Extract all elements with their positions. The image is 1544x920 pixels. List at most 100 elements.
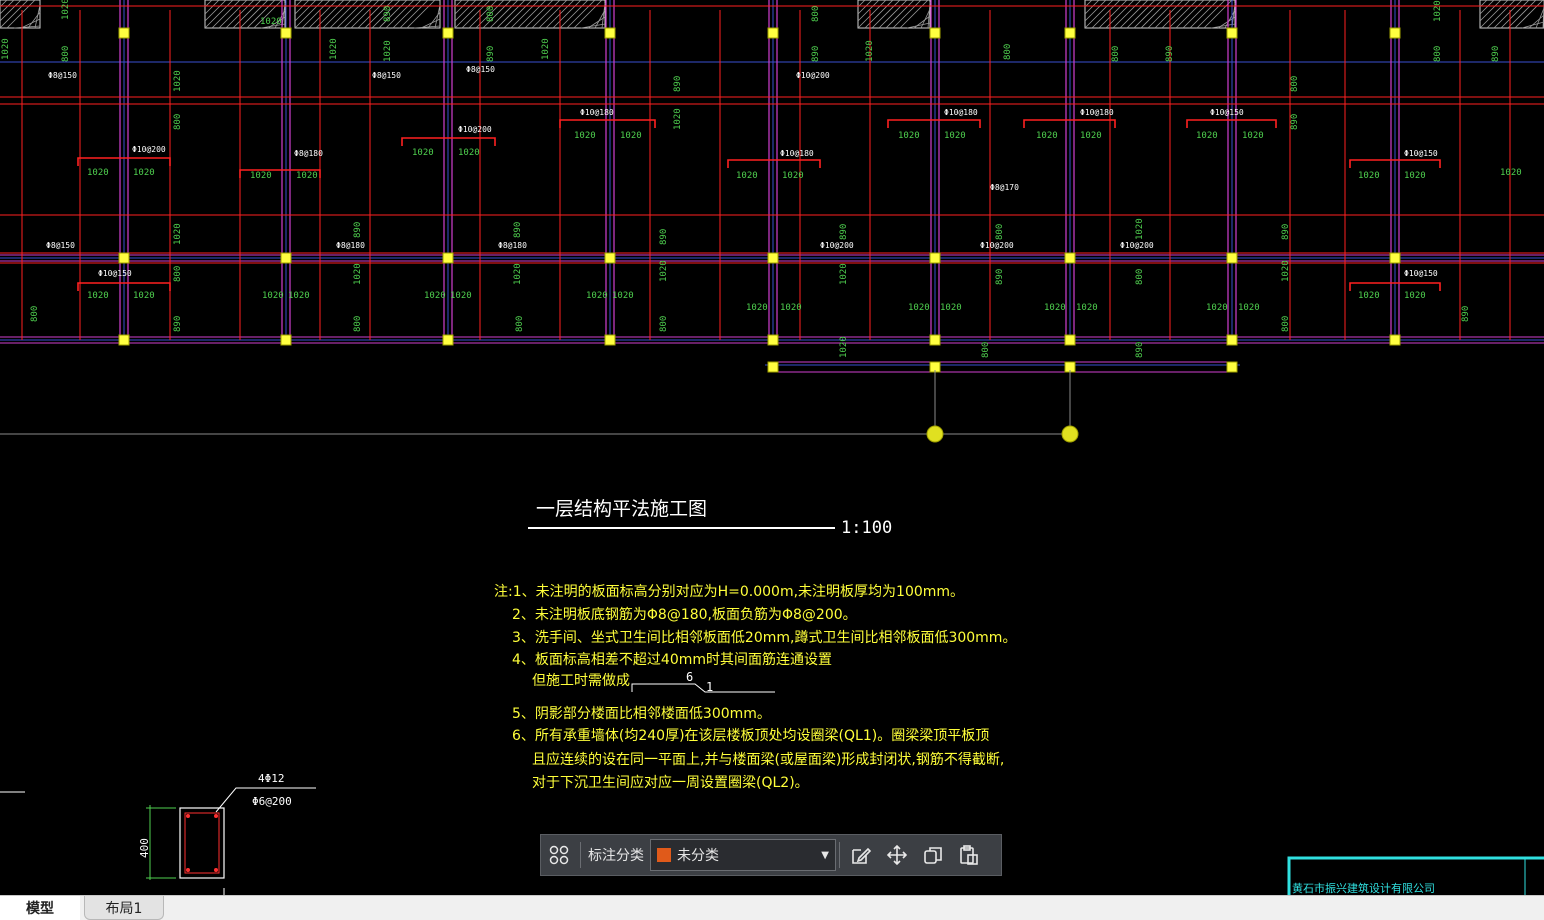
rebar-bracket: [727, 159, 821, 168]
column: [604, 334, 616, 346]
tab-model[interactable]: 模型: [0, 896, 80, 920]
dimension-label: 1020: [513, 263, 523, 285]
drawing-canvas[interactable]: 1020 800 890 1020 800 890 1020 800 890 1020 800 890…: [0, 0, 1544, 895]
dimension-label: 800: [1281, 316, 1291, 332]
rebar-label: Φ10@150: [1404, 269, 1438, 278]
dimension-label: 1020: [133, 291, 155, 301]
dimension-label: 890: [1290, 114, 1300, 130]
column: [280, 252, 292, 264]
column: [280, 334, 292, 346]
hatch-band: [454, 0, 606, 29]
copy-icon[interactable]: [915, 835, 951, 875]
edit-icon[interactable]: [843, 835, 879, 875]
drawing-title: 一层结构平法施工图: [536, 498, 707, 520]
notes-block: 注:1、未注明的板面标高分别对应为H=0.000m,未注明板厚均为100mm。 …: [494, 583, 1016, 791]
dimension-label: 1020: [1242, 131, 1264, 141]
dimension-label: 890: [383, 6, 393, 22]
column: [1389, 27, 1401, 39]
beams: [0, 5, 1544, 340]
columns: [118, 27, 1401, 373]
dimension-label: 1020: [908, 303, 930, 313]
column: [118, 252, 130, 264]
dimension-label: 1020: [1135, 218, 1145, 240]
note-line: 4、板面标高相差不超过40mm时其间面筋连通设置: [512, 651, 832, 668]
column: [1064, 27, 1076, 39]
wall-hatch: [0, 0, 1544, 29]
dimension-label: 1020: [541, 38, 551, 60]
rebar-label: Φ10@200: [132, 145, 166, 154]
rebar-label: Φ8@150: [48, 71, 77, 80]
dimension-label: 890: [659, 229, 669, 245]
rebar-label: Φ10@180: [944, 108, 978, 117]
dimension-label: 800: [173, 114, 183, 130]
dimension-label: 1020: [296, 171, 318, 181]
dimension-label: 1020: [1076, 303, 1098, 313]
rebar-label: Φ10@150: [1210, 108, 1244, 117]
rebar-label: Φ10@200: [1120, 241, 1154, 250]
column: [929, 252, 941, 264]
column: [442, 334, 454, 346]
dimension-label: 1020: [133, 168, 155, 178]
rebar-label: Φ8@150: [46, 241, 75, 250]
dimension-label: 1020: [782, 171, 804, 181]
dimension-label: 1020: [1196, 131, 1218, 141]
dimension-label: 1020: [1358, 171, 1380, 181]
dimension-label: 1020: [659, 260, 669, 282]
dimension-label: 1020: [1500, 168, 1522, 178]
rebar-label: Φ10@200: [796, 71, 830, 80]
rebar-label: Φ10@180: [780, 149, 814, 158]
dimension-label: 1020: [746, 303, 768, 313]
dimension-label: 890: [513, 222, 523, 238]
dimension-label: 800: [1135, 269, 1145, 285]
dimension-label: 1020: [173, 223, 183, 245]
dimension-label: 800: [981, 342, 991, 358]
move-icon[interactable]: [879, 835, 915, 875]
dimension-label: 890: [1461, 306, 1471, 322]
column: [118, 27, 130, 39]
note-line: 2、未注明板底钢筋为Φ8@180,板面负筋为Φ8@200。: [512, 606, 857, 623]
dimension-label: 890: [1281, 224, 1291, 240]
dimension-label: 1020: [1036, 131, 1058, 141]
rebar-label: Φ10@150: [98, 269, 132, 278]
axis-grid: [0, 0, 1544, 366]
column: [442, 27, 454, 39]
dimension-label: 1020: [1404, 291, 1426, 301]
dimension-label: 800: [811, 6, 821, 22]
chevron-down-icon: ▼: [821, 849, 829, 861]
grid-icon[interactable]: [541, 835, 577, 875]
rebar-label: Φ8@170: [990, 183, 1019, 192]
dimension-label: 1020: [353, 263, 363, 285]
category-select[interactable]: 未分类 ▼: [650, 839, 836, 871]
hatch-band: [1084, 0, 1236, 29]
dimension-label: 1020: [865, 40, 875, 62]
dimension-label: 1020: [288, 291, 310, 301]
dimension-label: 1020: [329, 38, 339, 60]
dimension-label: 1020: [1080, 131, 1102, 141]
dimension-label: 890: [1135, 342, 1145, 358]
column: [604, 252, 616, 264]
paste-icon[interactable]: [951, 835, 987, 875]
dimension-label: 800: [173, 266, 183, 282]
rebar-label: Φ8@180: [294, 149, 323, 158]
rebar-bracket: [887, 119, 981, 128]
rebar-label: Φ10@200: [820, 241, 854, 250]
dimension-label: 1020: [458, 148, 480, 158]
column: [929, 27, 941, 39]
dimension-label: 1020: [1281, 260, 1291, 282]
rebar-bracket: [559, 119, 656, 128]
column: [1064, 252, 1076, 264]
dimension-label: 1020: [1044, 303, 1066, 313]
dimension-label: 800: [515, 316, 525, 332]
step-side-label: 1: [706, 680, 713, 694]
rebar-label: Φ10@200: [458, 125, 492, 134]
note-line: 5、阴影部分楼面比相邻楼面低300mm。: [512, 706, 771, 722]
tab-layout-1[interactable]: 布局1: [84, 896, 164, 920]
beam-section-detail: 400 4Φ12 Φ6@200: [0, 772, 316, 895]
rebar-label: Φ10@150: [1404, 149, 1438, 158]
axis-bubbles: [0, 370, 1079, 443]
dimension-label: 1020: [839, 336, 849, 358]
dimension-label: 1020: [736, 171, 758, 181]
category-color-swatch: [657, 848, 671, 862]
note-line: 对于下沉卫生间应对应一周设置圈梁(QL2)。: [532, 774, 809, 791]
dimension-label: 800: [1290, 76, 1300, 92]
